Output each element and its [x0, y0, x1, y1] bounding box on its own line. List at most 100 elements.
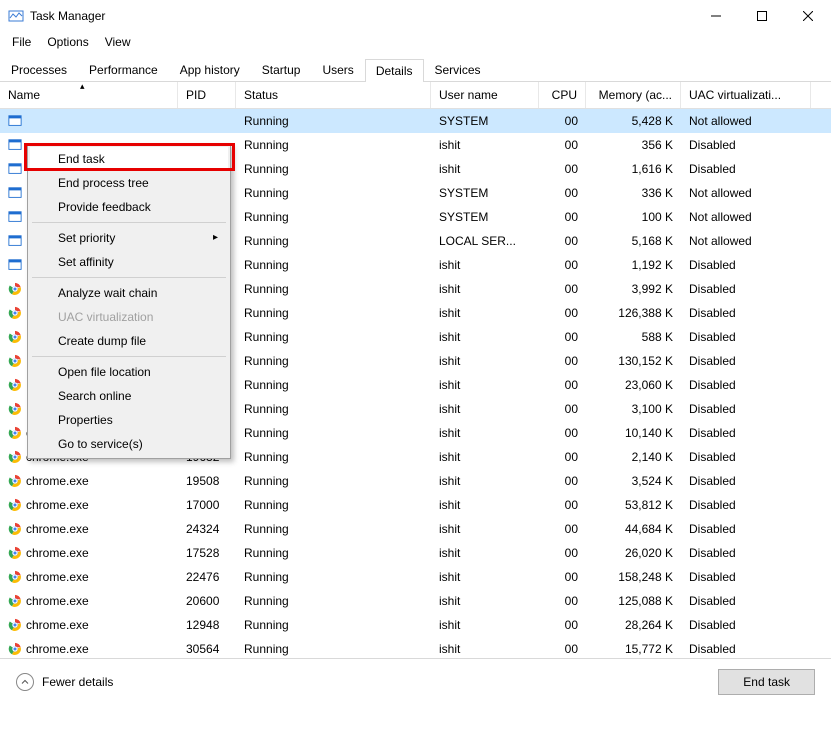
chrome-icon — [8, 402, 22, 416]
cell-status: Running — [236, 594, 431, 608]
context-menu-provide-feedback[interactable]: Provide feedback — [30, 195, 228, 219]
end-task-button[interactable]: End task — [718, 669, 815, 695]
tab-users[interactable]: Users — [311, 58, 364, 81]
maximize-button[interactable] — [739, 0, 785, 32]
tab-services[interactable]: Services — [424, 58, 492, 81]
col-name[interactable]: Name▴ — [0, 82, 178, 108]
menu-options[interactable]: Options — [39, 32, 96, 52]
sort-ascending-icon: ▴ — [80, 82, 85, 92]
table-row[interactable]: chrome.exe17000Runningishit0053,812 KDis… — [0, 493, 831, 517]
context-menu-create-dump-file[interactable]: Create dump file — [30, 329, 228, 353]
tab-processes[interactable]: Processes — [0, 58, 78, 81]
cell-uac: Not allowed — [681, 234, 811, 248]
cell-user: ishit — [431, 642, 539, 656]
app-window-icon — [8, 258, 22, 272]
cell-name: chrome.exe — [0, 570, 178, 584]
cell-uac: Disabled — [681, 426, 811, 440]
cell-cpu: 00 — [539, 138, 586, 152]
cell-name: chrome.exe — [0, 546, 178, 560]
minimize-button[interactable] — [693, 0, 739, 32]
cell-memory: 5,428 K — [586, 114, 681, 128]
table-row[interactable]: chrome.exe24324Runningishit0044,684 KDis… — [0, 517, 831, 541]
cell-user: ishit — [431, 474, 539, 488]
menu-file[interactable]: File — [4, 32, 39, 52]
tab-app-history[interactable]: App history — [169, 58, 251, 81]
tab-startup[interactable]: Startup — [251, 58, 312, 81]
context-menu-properties[interactable]: Properties — [30, 408, 228, 432]
cell-cpu: 00 — [539, 642, 586, 656]
cell-user: SYSTEM — [431, 114, 539, 128]
cell-cpu: 00 — [539, 186, 586, 200]
cell-status: Running — [236, 210, 431, 224]
table-row[interactable]: chrome.exe30564Runningishit0015,772 KDis… — [0, 637, 831, 658]
cell-pid: 30564 — [178, 642, 236, 656]
process-name: chrome.exe — [26, 522, 89, 536]
context-menu-end-process-tree[interactable]: End process tree — [30, 171, 228, 195]
context-menu-separator — [32, 277, 226, 278]
cell-status: Running — [236, 474, 431, 488]
cell-memory: 28,264 K — [586, 618, 681, 632]
cell-user: ishit — [431, 282, 539, 296]
cell-uac: Disabled — [681, 354, 811, 368]
cell-uac: Disabled — [681, 138, 811, 152]
process-name: chrome.exe — [26, 498, 89, 512]
col-status[interactable]: Status — [236, 82, 431, 108]
tab-details[interactable]: Details — [365, 59, 424, 82]
cell-memory: 3,524 K — [586, 474, 681, 488]
table-row[interactable]: chrome.exe17528Runningishit0026,020 KDis… — [0, 541, 831, 565]
cell-uac: Disabled — [681, 522, 811, 536]
context-menu-open-file-location[interactable]: Open file location — [30, 360, 228, 384]
cell-memory: 588 K — [586, 330, 681, 344]
cell-user: ishit — [431, 498, 539, 512]
table-row[interactable]: chrome.exe22476Runningishit00158,248 KDi… — [0, 565, 831, 589]
context-menu-end-task[interactable]: End task — [30, 147, 228, 171]
cell-cpu: 00 — [539, 546, 586, 560]
cell-memory: 125,088 K — [586, 594, 681, 608]
col-uac[interactable]: UAC virtualizati... — [681, 82, 811, 108]
cell-cpu: 00 — [539, 162, 586, 176]
tab-performance[interactable]: Performance — [78, 58, 169, 81]
context-menu-set-affinity[interactable]: Set affinity — [30, 250, 228, 274]
cell-cpu: 00 — [539, 522, 586, 536]
window-titlebar: Task Manager — [0, 0, 831, 32]
table-row[interactable]: chrome.exe12948Runningishit0028,264 KDis… — [0, 613, 831, 637]
context-menu-search-online[interactable]: Search online — [30, 384, 228, 408]
table-row[interactable]: chrome.exe19508Runningishit003,524 KDisa… — [0, 469, 831, 493]
cell-status: Running — [236, 498, 431, 512]
process-name: chrome.exe — [26, 570, 89, 584]
table-row[interactable]: chrome.exe20600Runningishit00125,088 KDi… — [0, 589, 831, 613]
cell-cpu: 00 — [539, 282, 586, 296]
app-window-icon — [8, 186, 22, 200]
context-menu-set-priority[interactable]: Set priority▸ — [30, 226, 228, 250]
menu-view[interactable]: View — [97, 32, 139, 52]
col-cpu[interactable]: CPU — [539, 82, 586, 108]
chevron-up-icon — [16, 673, 34, 691]
cell-uac: Disabled — [681, 306, 811, 320]
cell-uac: Disabled — [681, 642, 811, 656]
cell-memory: 356 K — [586, 138, 681, 152]
app-window-icon — [8, 114, 22, 128]
chrome-icon — [8, 570, 22, 584]
cell-uac: Disabled — [681, 546, 811, 560]
context-menu-go-to-service-s[interactable]: Go to service(s) — [30, 432, 228, 456]
cell-memory: 1,192 K — [586, 258, 681, 272]
cell-cpu: 00 — [539, 210, 586, 224]
process-name: chrome.exe — [26, 642, 89, 656]
context-menu-analyze-wait-chain[interactable]: Analyze wait chain — [30, 281, 228, 305]
col-memory[interactable]: Memory (ac... — [586, 82, 681, 108]
close-button[interactable] — [785, 0, 831, 32]
chevron-right-icon: ▸ — [213, 232, 218, 243]
cell-memory: 130,152 K — [586, 354, 681, 368]
cell-name: chrome.exe — [0, 618, 178, 632]
chrome-icon — [8, 354, 22, 368]
cell-uac: Disabled — [681, 594, 811, 608]
cell-pid: 12948 — [178, 618, 236, 632]
process-name: chrome.exe — [26, 546, 89, 560]
chrome-icon — [8, 498, 22, 512]
fewer-details-button[interactable]: Fewer details — [16, 673, 113, 691]
table-row[interactable]: RunningSYSTEM005,428 KNot allowed — [0, 109, 831, 133]
col-user[interactable]: User name — [431, 82, 539, 108]
tab-bar: Processes Performance App history Startu… — [0, 58, 831, 82]
app-window-icon — [8, 234, 22, 248]
col-pid[interactable]: PID — [178, 82, 236, 108]
